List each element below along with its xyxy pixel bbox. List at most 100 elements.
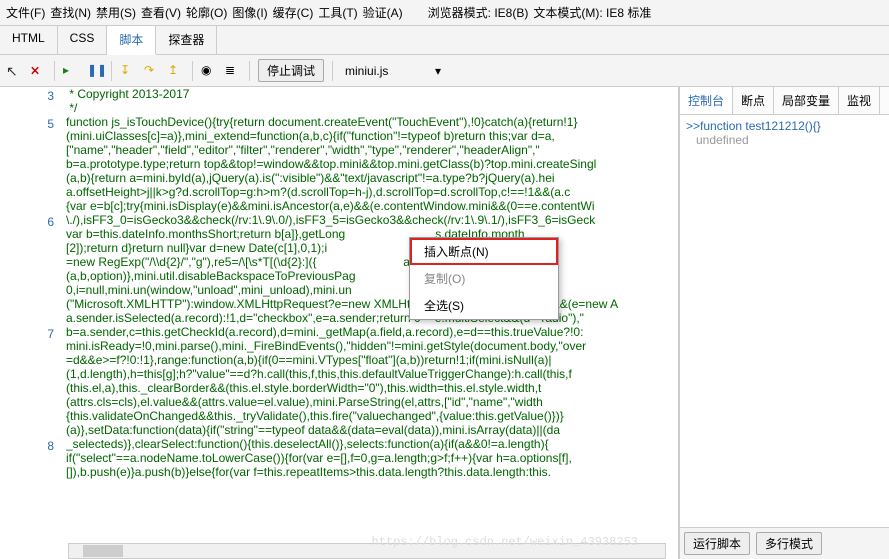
code-line[interactable]: {this.validateOnChanged&&this._tryValida… — [66, 409, 674, 423]
code-line[interactable]: _selecteds)},clearSelect:function(){this… — [66, 437, 674, 451]
menu-file[interactable]: 文件(F) — [6, 4, 45, 21]
tab-profiler[interactable]: 探查器 — [156, 26, 217, 54]
code-line[interactable]: (a)},setData:function(data){if("string"=… — [66, 423, 674, 437]
line-number[interactable] — [2, 397, 54, 411]
line-number[interactable] — [2, 411, 54, 425]
ctx-copy[interactable]: 复制(O) — [410, 265, 558, 292]
code-line[interactable]: \./),isFF3_0=isGecko3&&check(/rv:1\.9\.0… — [66, 213, 674, 227]
stop-debug-button[interactable]: 停止调试 — [258, 59, 324, 82]
line-number[interactable] — [2, 467, 54, 481]
line-gutter: 3 5 6 7 8 — [0, 87, 62, 483]
code-line[interactable]: if("select"==a.nodeName.toLowerCase()){f… — [66, 451, 674, 465]
line-number[interactable] — [2, 299, 54, 313]
code-line[interactable]: 0,i=null,mini.un(window,"unload",mini_un… — [66, 283, 674, 297]
code-line[interactable]: []),b.push(e)}a.push(b)}else{for(var f=t… — [66, 465, 674, 479]
code-line[interactable]: */ — [66, 101, 674, 115]
ctx-select-all[interactable]: 全选(S) — [410, 292, 558, 319]
code-line[interactable]: mini.isReady=!0,mini.parse(),mini._FireB… — [66, 339, 674, 353]
code-line[interactable]: ("Microsoft.XMLHTTP"):window.XMLHttpRequ… — [66, 297, 674, 311]
code-line[interactable]: * Copyright 2013-2017 — [66, 87, 674, 101]
line-number[interactable] — [2, 355, 54, 369]
step-out-icon[interactable]: ↥ — [168, 63, 184, 79]
console-output[interactable]: >>function test121212(){} undefined — [680, 115, 889, 527]
code-line[interactable]: (attrs.cls=cls),el.value&&(attrs.value=e… — [66, 395, 674, 409]
line-number[interactable] — [2, 369, 54, 383]
tab-breakpoints[interactable]: 断点 — [733, 87, 774, 114]
tab-locals[interactable]: 局部变量 — [774, 87, 839, 114]
code-content[interactable]: * Copyright 2013-2017 */function js_isTo… — [66, 87, 674, 479]
multiline-button[interactable]: 多行模式 — [756, 532, 822, 555]
code-line[interactable]: =d&&e>=f?!0:!1},range:function(a,b){if(0… — [66, 353, 674, 367]
line-number[interactable] — [2, 201, 54, 215]
menu-image[interactable]: 图像(I) — [232, 4, 267, 21]
play-icon[interactable]: ▸ — [63, 63, 79, 79]
line-number[interactable] — [2, 285, 54, 299]
menu-tools[interactable]: 工具(T) — [318, 4, 357, 21]
tab-script[interactable]: 脚本 — [107, 26, 156, 55]
line-number[interactable] — [2, 453, 54, 467]
code-line[interactable]: var b=this.dateInfo.monthsShort;return b… — [66, 227, 674, 241]
code-line[interactable]: =new RegExp("/\\d{2}/","g"),re5=/\[\s*T[… — [66, 255, 674, 269]
scrollbar-thumb[interactable] — [83, 545, 123, 557]
line-number[interactable] — [2, 103, 54, 117]
menu-find[interactable]: 查找(N) — [50, 4, 91, 21]
pointer-icon[interactable]: ↖ — [6, 63, 22, 79]
menu-outline[interactable]: 轮廓(O) — [186, 4, 227, 21]
code-line[interactable]: [2]);return d}return null}var d=new Date… — [66, 241, 674, 255]
line-number[interactable] — [2, 145, 54, 159]
tab-html[interactable]: HTML — [0, 26, 58, 54]
line-number[interactable] — [2, 383, 54, 397]
line-number[interactable] — [2, 271, 54, 285]
menu-cache[interactable]: 缓存(C) — [273, 4, 314, 21]
code-line[interactable]: (1,d.length),h=this[g];h?"value"==d?h.ca… — [66, 367, 674, 381]
breakpoint-icon[interactable]: ◉ — [201, 63, 217, 79]
code-line[interactable]: (mini.uiClasses[c]=a)},mini_extend=funct… — [66, 129, 674, 143]
pause-icon[interactable]: ❚❚ — [87, 63, 103, 79]
line-number[interactable] — [2, 229, 54, 243]
line-number[interactable]: 5 — [2, 117, 54, 131]
tab-console[interactable]: 控制台 — [680, 87, 733, 114]
format-icon[interactable]: ≣ — [225, 63, 241, 79]
code-line[interactable]: (this.el,a),this._clearBorder&&(this.el.… — [66, 381, 674, 395]
code-line[interactable]: b=a.sender,c=this.getCheckId(a.record),d… — [66, 325, 674, 339]
tab-css[interactable]: CSS — [58, 26, 108, 54]
text-mode-label[interactable]: 文本模式(M): IE8 标准 — [533, 4, 651, 21]
separator — [192, 61, 193, 81]
line-number[interactable]: 6 — [2, 215, 54, 229]
code-line[interactable]: b=a.prototype.type;return top&&top!=wind… — [66, 157, 674, 171]
tab-watch[interactable]: 监视 — [839, 87, 880, 114]
file-selector[interactable]: miniui.js ▾ — [341, 62, 471, 80]
ctx-insert-breakpoint[interactable]: 插入断点(N) — [410, 238, 558, 265]
menu-view[interactable]: 查看(V) — [141, 4, 181, 21]
line-number[interactable] — [2, 341, 54, 355]
run-script-button[interactable]: 运行脚本 — [684, 532, 750, 555]
line-number[interactable]: 7 — [2, 327, 54, 341]
code-line[interactable]: (a,b,option)},mini.util.disableBackspace… — [66, 269, 674, 283]
separator — [111, 61, 112, 81]
code-line[interactable]: function js_isTouchDevice(){try{return d… — [66, 115, 674, 129]
line-number[interactable] — [2, 425, 54, 439]
step-into-icon[interactable]: ↧ — [120, 63, 136, 79]
code-line[interactable]: (a,b){return a=mini.byId(a),jQuery(a).is… — [66, 171, 674, 185]
line-number[interactable] — [2, 131, 54, 145]
console-input-line: >>function test121212(){} — [686, 119, 883, 133]
code-line[interactable]: a.offsetHeight>j||k>g?d.scrollTop=g:h>m?… — [66, 185, 674, 199]
code-line[interactable]: ["name","header","field","editor","filte… — [66, 143, 674, 157]
menu-validate[interactable]: 验证(A) — [363, 4, 403, 21]
line-number[interactable]: 8 — [2, 439, 54, 453]
line-number[interactable] — [2, 257, 54, 271]
line-number[interactable] — [2, 159, 54, 173]
line-number[interactable]: 3 — [2, 89, 54, 103]
step-over-icon[interactable]: ↷ — [144, 63, 160, 79]
line-number[interactable] — [2, 243, 54, 257]
menu-disable[interactable]: 禁用(S) — [96, 4, 136, 21]
line-number[interactable] — [2, 173, 54, 187]
clear-icon[interactable]: ⨯ — [30, 63, 46, 79]
horizontal-scrollbar[interactable] — [68, 543, 666, 559]
code-editor[interactable]: 3 5 6 7 8 * Copyright 2013-2017 */function j… — [0, 87, 679, 559]
line-number[interactable] — [2, 187, 54, 201]
line-number[interactable] — [2, 313, 54, 327]
code-line[interactable]: a.sender.isSelected(a.record):!1,d="chec… — [66, 311, 674, 325]
code-line[interactable]: {var e=b[c];try{mini.isDisplay(e)&&mini.… — [66, 199, 674, 213]
browser-mode-label[interactable]: 浏览器模式: IE8(B) — [428, 4, 529, 21]
